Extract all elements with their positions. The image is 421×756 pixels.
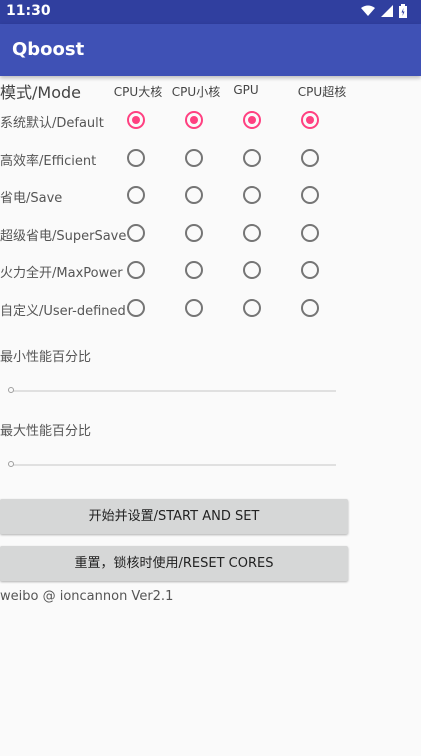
radio-cpu-big[interactable]: [127, 148, 145, 167]
status-time: 11:30: [6, 3, 51, 19]
min-performance-track[interactable]: [10, 390, 336, 392]
radio-cpu-prime[interactable]: [301, 261, 319, 280]
min-performance-label: 最小性能百分比: [0, 350, 92, 365]
battery-icon: [399, 4, 407, 18]
max-performance-label: 最大性能百分比: [0, 424, 92, 439]
radio-cpu-little[interactable]: [185, 299, 203, 317]
max-performance-track[interactable]: [10, 464, 336, 466]
radio-cpu-big[interactable]: [127, 111, 145, 129]
radio-cpu-little[interactable]: [185, 148, 203, 167]
wifi-icon: [361, 5, 375, 16]
radio-cpu-little[interactable]: [185, 186, 203, 205]
radio-gpu[interactable]: [243, 299, 261, 317]
mode-label: 自定义/User-defined: [0, 304, 126, 319]
column-header-gpu: GPU: [233, 83, 259, 97]
signal-icon: [381, 5, 393, 17]
app-bar: Qboost: [0, 24, 421, 76]
radio-gpu[interactable]: [243, 186, 261, 205]
radio-gpu[interactable]: [243, 261, 261, 280]
radio-gpu[interactable]: [243, 223, 261, 242]
app-title: Qboost: [12, 39, 85, 60]
mode-header: 模式/Mode: [0, 83, 81, 102]
column-header-cpu-prime: CPU超核: [297, 85, 347, 99]
max-performance-thumb[interactable]: [8, 461, 14, 467]
reset-cores-button[interactable]: 重置，锁核时使用/RESET CORES: [0, 546, 348, 581]
radio-cpu-big[interactable]: [127, 223, 145, 242]
status-bar: 11:30: [0, 0, 421, 24]
column-header-cpu-big: CPU大核: [113, 85, 163, 99]
min-performance-thumb[interactable]: [8, 387, 14, 393]
radio-cpu-big[interactable]: [127, 299, 145, 317]
radio-cpu-prime[interactable]: [301, 148, 319, 167]
radio-gpu[interactable]: [243, 148, 261, 167]
mode-label: 系统默认/Default: [0, 116, 104, 131]
mode-label: 高效率/Efficient: [0, 153, 97, 169]
radio-cpu-prime[interactable]: [301, 111, 319, 129]
radio-gpu[interactable]: [243, 111, 261, 129]
radio-cpu-little[interactable]: [185, 223, 203, 242]
mode-label: 火力全开/MaxPower: [0, 266, 123, 282]
radio-cpu-little[interactable]: [185, 111, 203, 129]
radio-cpu-prime[interactable]: [301, 299, 319, 317]
radio-cpu-big[interactable]: [127, 261, 145, 280]
start-and-set-button[interactable]: 开始并设置/START AND SET: [0, 499, 348, 534]
radio-cpu-prime[interactable]: [301, 223, 319, 242]
mode-label: 省电/Save: [0, 191, 63, 207]
status-icons: [361, 4, 407, 18]
radio-cpu-little[interactable]: [185, 261, 203, 280]
footer-credit: weibo @ ioncannon Ver2.1: [0, 589, 174, 604]
radio-cpu-big[interactable]: [127, 186, 145, 205]
mode-label: 超级省电/SuperSave: [0, 228, 127, 244]
radio-cpu-prime[interactable]: [301, 186, 319, 205]
